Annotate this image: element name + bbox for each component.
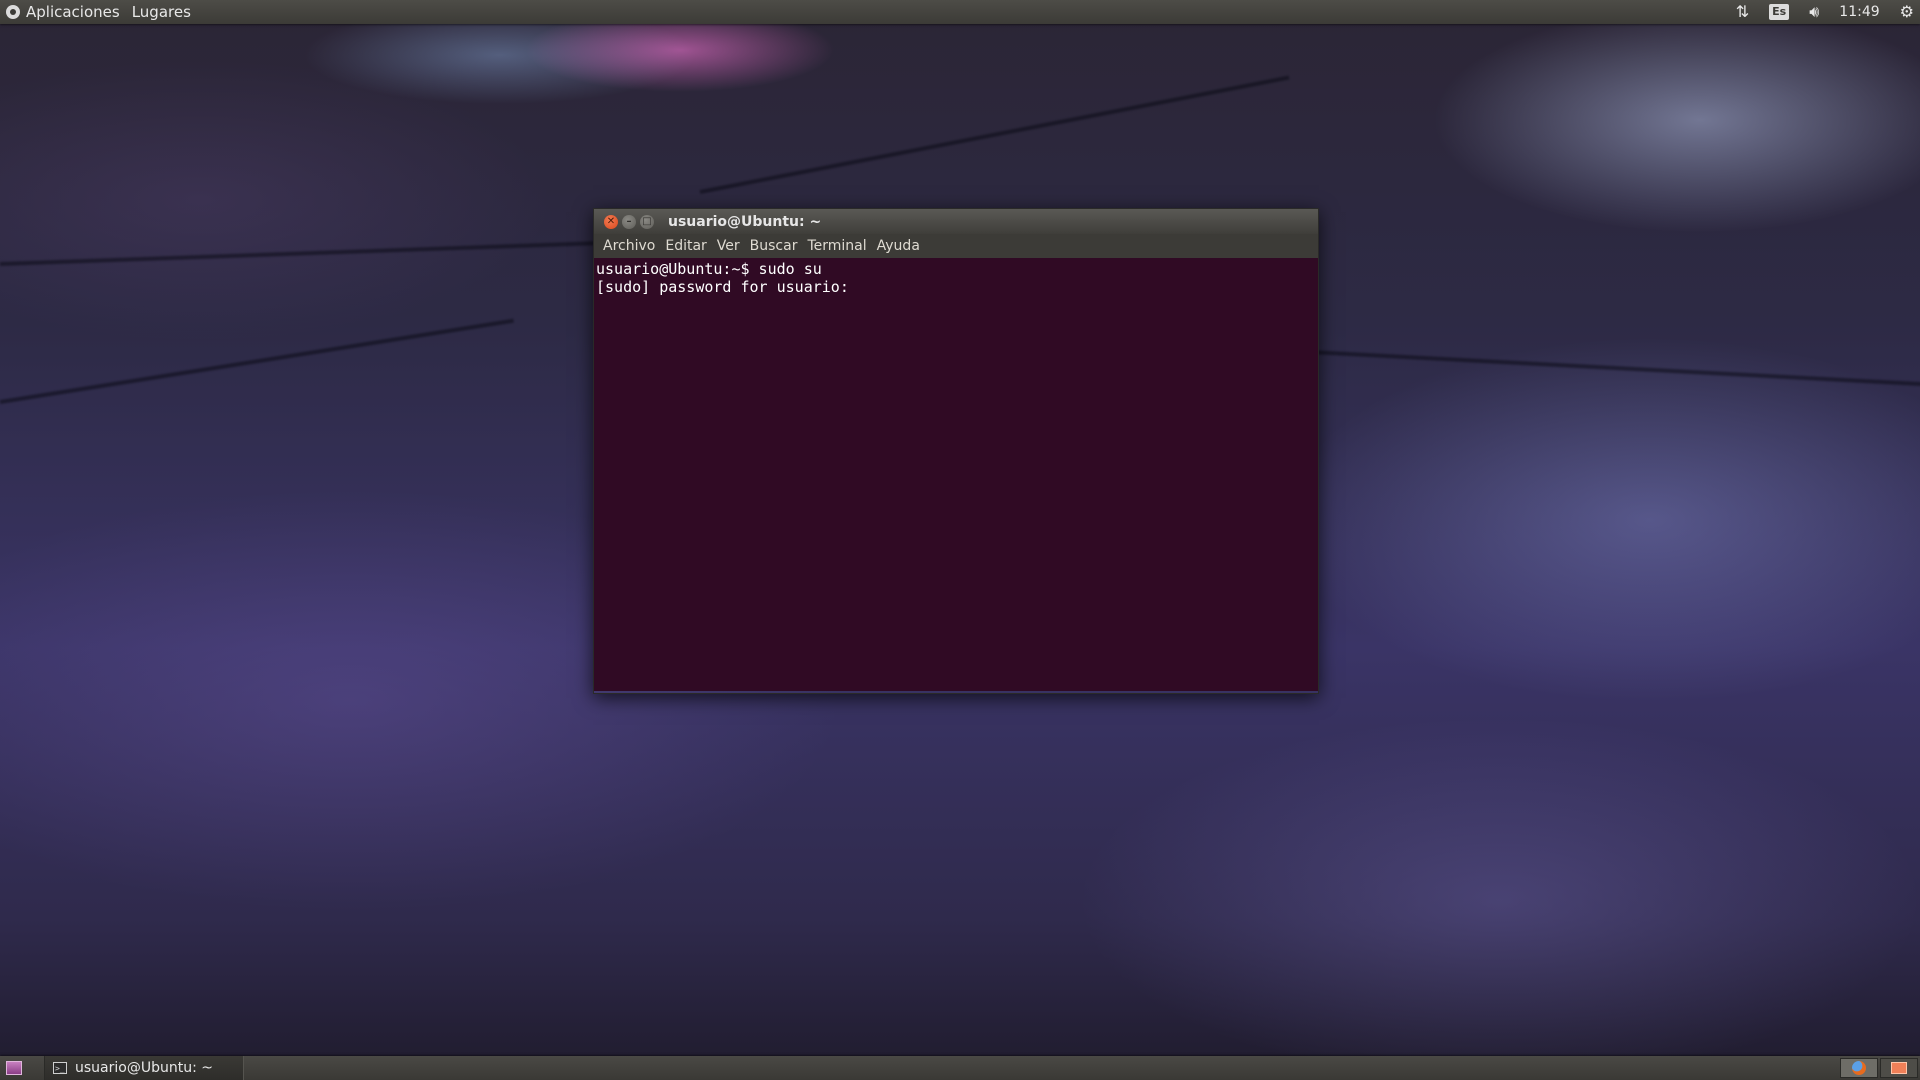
workspace-switcher	[1840, 1056, 1920, 1080]
terminal-line: [sudo] password for usuario:	[596, 278, 849, 296]
workspace-2[interactable]	[1880, 1058, 1918, 1078]
terminal-window[interactable]: ✕ – □ usuario@Ubuntu: ~ Archivo Editar V…	[593, 208, 1319, 694]
places-menu-label: Lugares	[131, 3, 191, 21]
window-icon	[1891, 1062, 1907, 1074]
top-panel-menus: Aplicaciones Lugares	[0, 0, 191, 24]
ubuntu-logo-icon	[6, 5, 20, 19]
window-titlebar[interactable]: ✕ – □ usuario@Ubuntu: ~	[594, 209, 1318, 234]
keyboard-layout-indicator[interactable]: Es	[1769, 4, 1790, 20]
network-arrows-icon[interactable]: ⇅	[1736, 0, 1749, 24]
maximize-button[interactable]: □	[640, 214, 654, 229]
terminal-menubar: Archivo Editar Ver Buscar Terminal Ayuda	[594, 234, 1318, 258]
wallpaper-crack	[1309, 350, 1920, 388]
bottom-panel: >_ usuario@Ubuntu: ~	[0, 1056, 1920, 1080]
places-menu[interactable]: Lugares	[132, 3, 191, 21]
wallpaper-crack	[0, 240, 620, 266]
volume-icon[interactable]: 🔊︎	[1809, 0, 1819, 24]
menu-ayuda[interactable]: Ayuda	[872, 238, 925, 254]
applications-menu[interactable]: Aplicaciones	[0, 3, 120, 21]
minimize-button[interactable]: –	[622, 214, 636, 229]
firefox-icon	[1852, 1061, 1866, 1075]
taskbar-item-label: usuario@Ubuntu: ~	[75, 1060, 213, 1076]
terminal-line: usuario@Ubuntu:~$ sudo su	[596, 260, 822, 278]
menu-ver[interactable]: Ver	[712, 238, 745, 254]
taskbar-item-terminal[interactable]: >_ usuario@Ubuntu: ~	[44, 1056, 244, 1080]
menu-buscar[interactable]: Buscar	[745, 238, 803, 254]
window-controls: ✕ – □	[594, 214, 654, 229]
menu-archivo[interactable]: Archivo	[598, 238, 660, 254]
workspace-1[interactable]	[1840, 1058, 1878, 1078]
wallpaper-crack	[699, 75, 1290, 194]
window-title: usuario@Ubuntu: ~	[668, 213, 822, 230]
close-button[interactable]: ✕	[604, 214, 618, 229]
clock[interactable]: 11:49	[1839, 4, 1879, 20]
top-panel: Aplicaciones Lugares ⇅ Es 🔊︎ 11:49 ⚙	[0, 0, 1920, 24]
gear-icon[interactable]: ⚙	[1900, 0, 1914, 24]
system-tray: ⇅ Es 🔊︎ 11:49 ⚙	[1736, 0, 1920, 24]
show-desktop-icon[interactable]	[6, 1061, 22, 1075]
applications-menu-label: Aplicaciones	[26, 3, 120, 21]
terminal-icon: >_	[53, 1062, 67, 1074]
terminal-output[interactable]: usuario@Ubuntu:~$ sudo su [sudo] passwor…	[594, 258, 1318, 691]
wallpaper-crack	[0, 318, 514, 404]
menu-editar[interactable]: Editar	[660, 238, 711, 254]
menu-terminal[interactable]: Terminal	[802, 238, 871, 254]
